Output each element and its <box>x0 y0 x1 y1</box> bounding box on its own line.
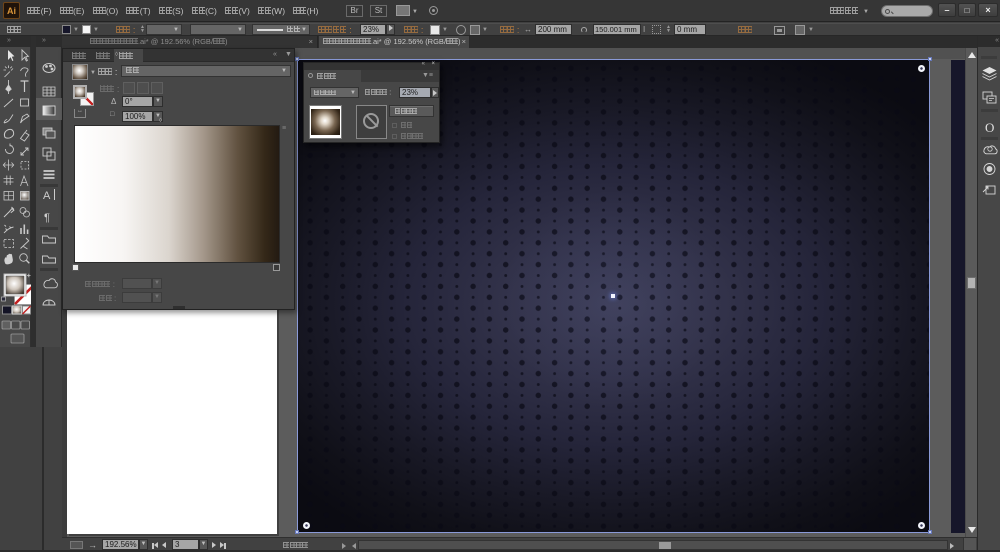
svg-text:A: A <box>43 190 51 202</box>
svg-text:O: O <box>985 120 994 135</box>
svg-text:¶: ¶ <box>44 212 50 224</box>
